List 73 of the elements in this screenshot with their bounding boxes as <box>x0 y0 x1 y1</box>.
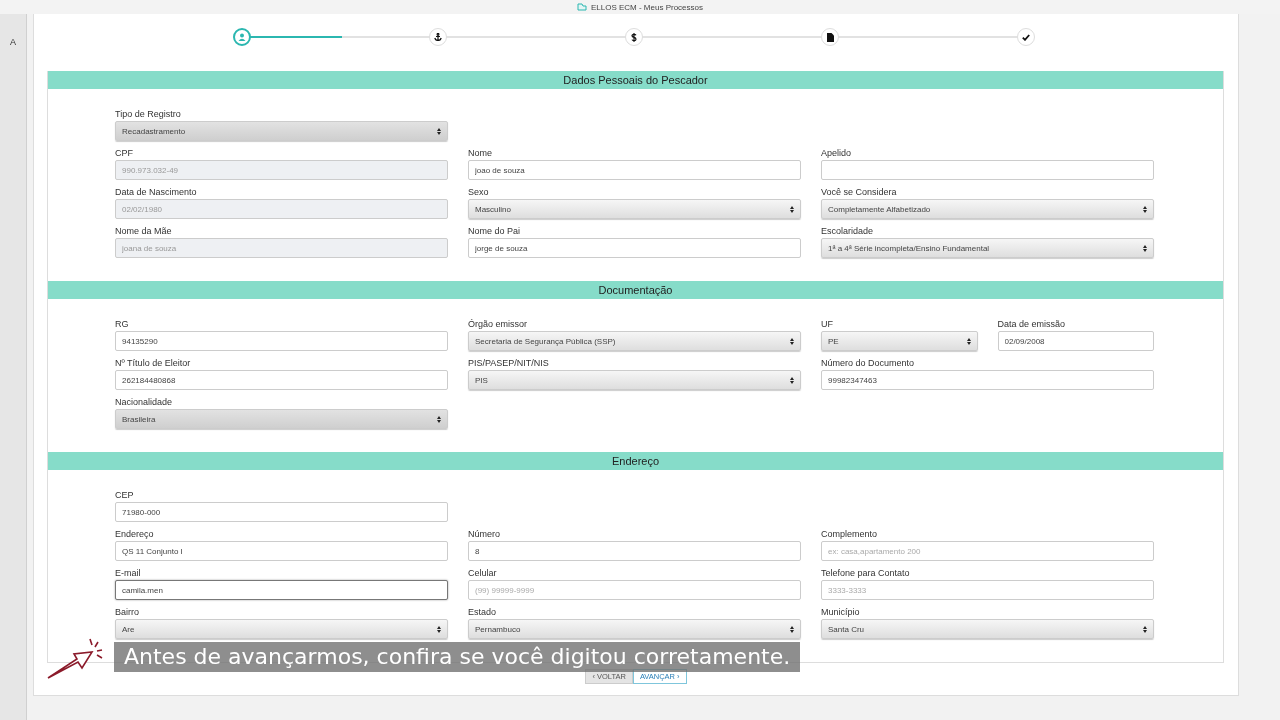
field-label: Município <box>821 606 860 619</box>
input-field[interactable]: QS 11 Conjunto I <box>115 541 448 561</box>
select-field[interactable]: Secretaria de Segurança Pública (SSP) <box>468 331 801 351</box>
updown-caret-icon <box>790 205 794 213</box>
field-label: Nacionalidade <box>115 396 173 409</box>
updown-caret-icon <box>790 337 794 345</box>
field-label: Data de Nascimento <box>115 186 197 199</box>
updown-caret-icon <box>1143 244 1147 252</box>
person-icon <box>238 33 246 41</box>
field-label: Órgão emissor <box>468 318 528 331</box>
field-label: Estado <box>468 606 497 619</box>
field-label: Telefone para Contato <box>821 567 910 580</box>
document-icon <box>826 32 834 42</box>
field-label: Você se Considera <box>821 186 897 199</box>
updown-caret-icon <box>790 625 794 633</box>
input-field[interactable]: ex: casa,apartamento 200 <box>821 541 1154 561</box>
select-field[interactable]: PIS <box>468 370 801 390</box>
updown-caret-icon <box>1143 625 1147 633</box>
input-field[interactable]: 8 <box>468 541 801 561</box>
field-label: CPF <box>115 147 133 160</box>
check-icon <box>1022 33 1030 41</box>
input-field[interactable]: jorge de souza <box>468 238 801 258</box>
input-field[interactable]: 94135290 <box>115 331 448 351</box>
field-label: Data de emissão <box>997 318 1066 331</box>
field-label: Nome do Pai <box>468 225 521 238</box>
field-label: UF <box>821 318 833 331</box>
field-label: Tipo de Registro <box>115 108 181 121</box>
input-field[interactable]: 262184480868 <box>115 370 448 390</box>
updown-caret-icon <box>790 376 794 384</box>
input-field[interactable]: joao de souza <box>468 160 801 180</box>
field-label: Nome da Mãe <box>115 225 172 238</box>
section-header: Dados Pessoais do Pescador <box>48 71 1223 89</box>
field-label: Escolaridade <box>821 225 874 238</box>
input-field[interactable]: camila.men <box>115 580 448 600</box>
field-label: RG <box>115 318 129 331</box>
field-label: Número do Documento <box>821 357 915 370</box>
dollar-icon <box>631 32 637 42</box>
input-field[interactable]: 99982347463 <box>821 370 1154 390</box>
field-label: Complemento <box>821 528 878 541</box>
background-window-text: A <box>10 37 16 47</box>
select-field[interactable]: Santa Cru <box>821 619 1154 639</box>
field-label: Nome <box>468 147 492 160</box>
select-field[interactable]: PE <box>821 331 978 351</box>
field-label: Endereço <box>115 528 154 541</box>
field-label: Sexo <box>468 186 489 199</box>
select-field[interactable]: Pernambuco <box>468 619 801 639</box>
anchor-icon <box>434 33 442 41</box>
select-field[interactable]: Completamente Alfabetizado <box>821 199 1154 219</box>
updown-caret-icon <box>966 337 971 345</box>
input-field[interactable]: (99) 99999-9999 <box>468 580 801 600</box>
input-field[interactable] <box>821 160 1154 180</box>
field-label: Apelido <box>821 147 852 160</box>
input-field[interactable]: 02/09/2008 <box>997 331 1154 351</box>
window-title: ELLOS ECM - Meus Processos <box>590 2 703 12</box>
field-label: E-mail <box>115 567 141 580</box>
field-label: CEP <box>115 489 134 502</box>
updown-caret-icon <box>437 625 441 633</box>
input-field[interactable]: 71980-000 <box>115 502 448 522</box>
select-field[interactable]: 1ª a 4ª Série incompleta/Ensino Fundamental <box>821 238 1154 258</box>
input-field[interactable]: 3333-3333 <box>821 580 1154 600</box>
section-header: Endereço <box>48 452 1223 470</box>
updown-caret-icon <box>1143 205 1147 213</box>
field-label: Celular <box>468 567 497 580</box>
field-label: Nº Título de Eleitor <box>115 357 191 370</box>
field-label: PIS/PASEP/NIT/NIS <box>468 357 549 370</box>
updown-caret-icon <box>437 127 441 135</box>
select-field[interactable]: Masculino <box>468 199 801 219</box>
field-label: Bairro <box>115 606 139 619</box>
select-field[interactable]: Are <box>115 619 448 639</box>
section-header: Documentação <box>48 281 1223 299</box>
updown-caret-icon <box>437 415 441 423</box>
video-subtitle: Antes de avançarmos, confira se você digitou corretamente. <box>114 642 801 672</box>
field-label: Número <box>468 528 500 541</box>
